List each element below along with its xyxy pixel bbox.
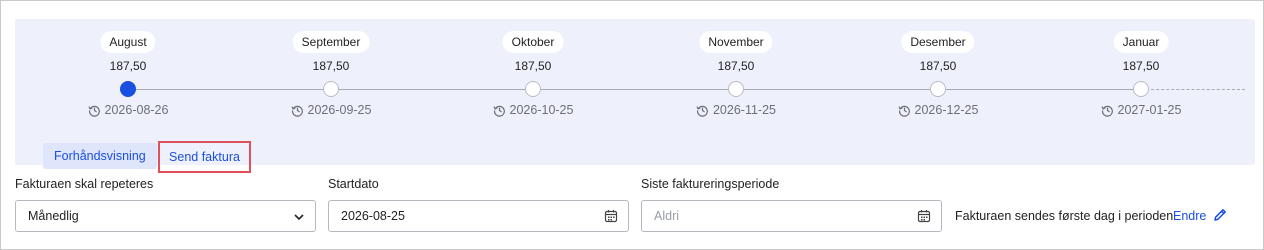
edit-link[interactable]: Endre <box>1173 209 1206 223</box>
start-date-label: Startdato <box>328 177 379 191</box>
date-text: 2026-10-25 <box>509 103 574 117</box>
amount-value: 187,50 <box>1122 59 1160 73</box>
timeline-dot[interactable] <box>1133 81 1149 97</box>
timeline-dot[interactable] <box>323 81 339 97</box>
timeline-dot[interactable] <box>930 81 946 97</box>
timeline-dot[interactable] <box>728 81 744 97</box>
timeline-dot[interactable] <box>525 81 541 97</box>
month-label: September <box>292 31 370 53</box>
amount-value: 187,50 <box>717 59 755 73</box>
clock-history-icon <box>1100 105 1113 117</box>
invoice-date: 2026-08-26 <box>48 103 208 117</box>
send-info-text: Fakturaen sendes første dag i perioden <box>955 209 1174 223</box>
send-invoice-button[interactable]: Send faktura <box>158 141 251 173</box>
invoice-date: 2026-12-25 <box>858 103 1018 117</box>
timeline-dot-active[interactable] <box>120 81 136 97</box>
invoice-date: 2026-10-25 <box>453 103 613 117</box>
last-period-placeholder: Aldri <box>654 209 680 223</box>
month-label: August <box>100 31 156 53</box>
invoice-timeline: August 187,50 2026-08-26 September 187,5… <box>15 19 1255 173</box>
amount-value: 187,50 <box>109 59 147 73</box>
start-date-value: 2026-08-25 <box>341 209 405 223</box>
chevron-down-icon <box>294 214 304 221</box>
clock-history-icon <box>87 105 100 117</box>
date-text: 2026-12-25 <box>914 103 979 117</box>
timeline-node: Desember 187,50 2026-12-25 <box>858 19 1018 129</box>
clock-history-icon <box>290 105 303 117</box>
clock-history-icon <box>492 105 505 117</box>
calendar-icon[interactable] <box>917 209 931 223</box>
preview-button[interactable]: Forhåndsvisning <box>43 143 157 169</box>
start-date-input[interactable]: 2026-08-25 <box>328 200 629 232</box>
calendar-icon[interactable] <box>604 209 618 223</box>
date-text: 2027-01-25 <box>1117 103 1182 117</box>
amount-value: 187,50 <box>919 59 957 73</box>
amount-value: 187,50 <box>514 59 552 73</box>
date-text: 2026-11-25 <box>712 103 776 117</box>
last-period-label: Siste faktureringsperiode <box>641 177 780 191</box>
repeat-select[interactable]: Månedlig <box>15 200 316 232</box>
pencil-icon[interactable] <box>1212 207 1228 223</box>
month-label: Oktober <box>502 31 564 53</box>
clock-history-icon <box>696 105 708 117</box>
invoice-date: 2026-09-25 <box>251 103 411 117</box>
repeat-value: Månedlig <box>28 209 79 223</box>
timeline-node: August 187,50 2026-08-26 <box>48 19 208 129</box>
month-label: November <box>699 31 773 53</box>
month-label: Desember <box>901 31 975 53</box>
last-period-input[interactable]: Aldri <box>641 200 942 232</box>
amount-value: 187,50 <box>312 59 350 73</box>
repeat-label: Fakturaen skal repeteres <box>15 177 154 191</box>
timeline-node: September 187,50 2026-09-25 <box>251 19 411 129</box>
timeline-node: Januar 187,50 2027-01-25 <box>1061 19 1221 129</box>
date-text: 2026-09-25 <box>307 103 372 117</box>
month-label: Januar <box>1113 31 1169 53</box>
clock-history-icon <box>897 105 910 117</box>
invoice-date: 2026-11-25 <box>656 103 816 117</box>
timeline-node: November 187,50 2026-11-25 <box>656 19 816 129</box>
date-text: 2026-08-26 <box>104 103 169 117</box>
invoice-repeat-panel: August 187,50 2026-08-26 September 187,5… <box>0 0 1264 250</box>
timeline-node: Oktober 187,50 2026-10-25 <box>453 19 613 129</box>
invoice-date: 2027-01-25 <box>1061 103 1221 117</box>
